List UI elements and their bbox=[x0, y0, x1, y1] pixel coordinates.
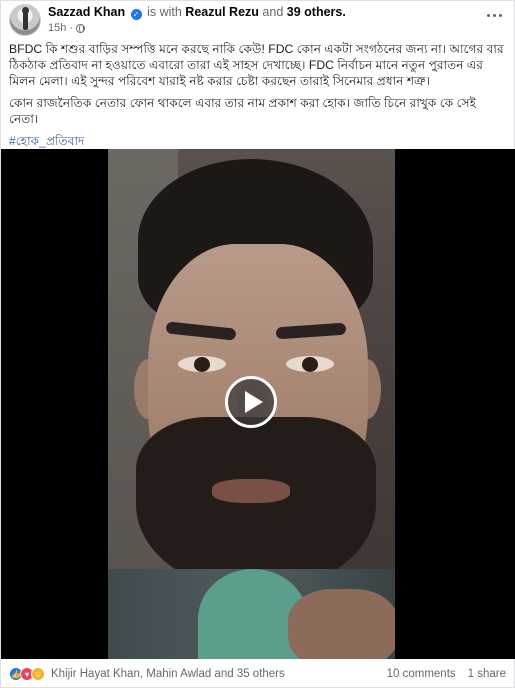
author-name[interactable]: Sazzad Khan bbox=[48, 5, 125, 19]
post-paragraph-2: কোন রাজনৈতিক নেতার ফোন থাকলে এবার তার না… bbox=[9, 96, 476, 126]
with-text: is with bbox=[147, 5, 182, 19]
care-icon: ☺ bbox=[31, 667, 45, 681]
author-line: Sazzad Khan ✓ is with Reazul Rezu and 39… bbox=[48, 4, 346, 20]
shares-count[interactable]: 1 share bbox=[468, 668, 506, 680]
reaction-icons[interactable]: 👍 ♥ ☺ bbox=[9, 667, 45, 681]
engagement-counts: 10 comments 1 share bbox=[387, 668, 506, 680]
and-text: and bbox=[262, 5, 284, 19]
author-avatar[interactable] bbox=[9, 4, 41, 36]
verified-badge-icon: ✓ bbox=[130, 9, 142, 20]
post-paragraph-1: BFDC কি শশুর বাড়ির সম্পত্তি মনে করছে না… bbox=[9, 42, 504, 88]
play-icon[interactable] bbox=[225, 376, 277, 428]
tagged-person[interactable]: Reazul Rezu bbox=[185, 5, 259, 19]
tagged-others[interactable]: 39 others. bbox=[287, 5, 346, 19]
post-meta: Sazzad Khan ✓ is with Reazul Rezu and 39… bbox=[48, 4, 346, 35]
post-footer: 👍 ♥ ☺ Khijir Hayat Khan, Mahin Awlad and… bbox=[9, 665, 506, 683]
reactors-summary[interactable]: Khijir Hayat Khan, Mahin Awlad and 35 ot… bbox=[51, 668, 285, 680]
more-options-icon[interactable] bbox=[482, 7, 506, 23]
facebook-post: Sazzad Khan ✓ is with Reazul Rezu and 39… bbox=[0, 0, 515, 688]
post-text: BFDC কি শশুর বাড়ির সম্পত্তি মনে করছে না… bbox=[9, 41, 506, 155]
hashtag-link[interactable]: #হোক_প্রতিবাদ bbox=[9, 134, 84, 148]
post-timestamp[interactable]: 15h bbox=[48, 21, 66, 35]
time-line: 15h · bbox=[48, 21, 346, 35]
separator-dot: · bbox=[69, 22, 74, 34]
video-player[interactable] bbox=[1, 149, 515, 659]
comments-count[interactable]: 10 comments bbox=[387, 668, 456, 680]
post-header: Sazzad Khan ✓ is with Reazul Rezu and 39… bbox=[9, 4, 506, 36]
globe-icon bbox=[76, 23, 86, 33]
